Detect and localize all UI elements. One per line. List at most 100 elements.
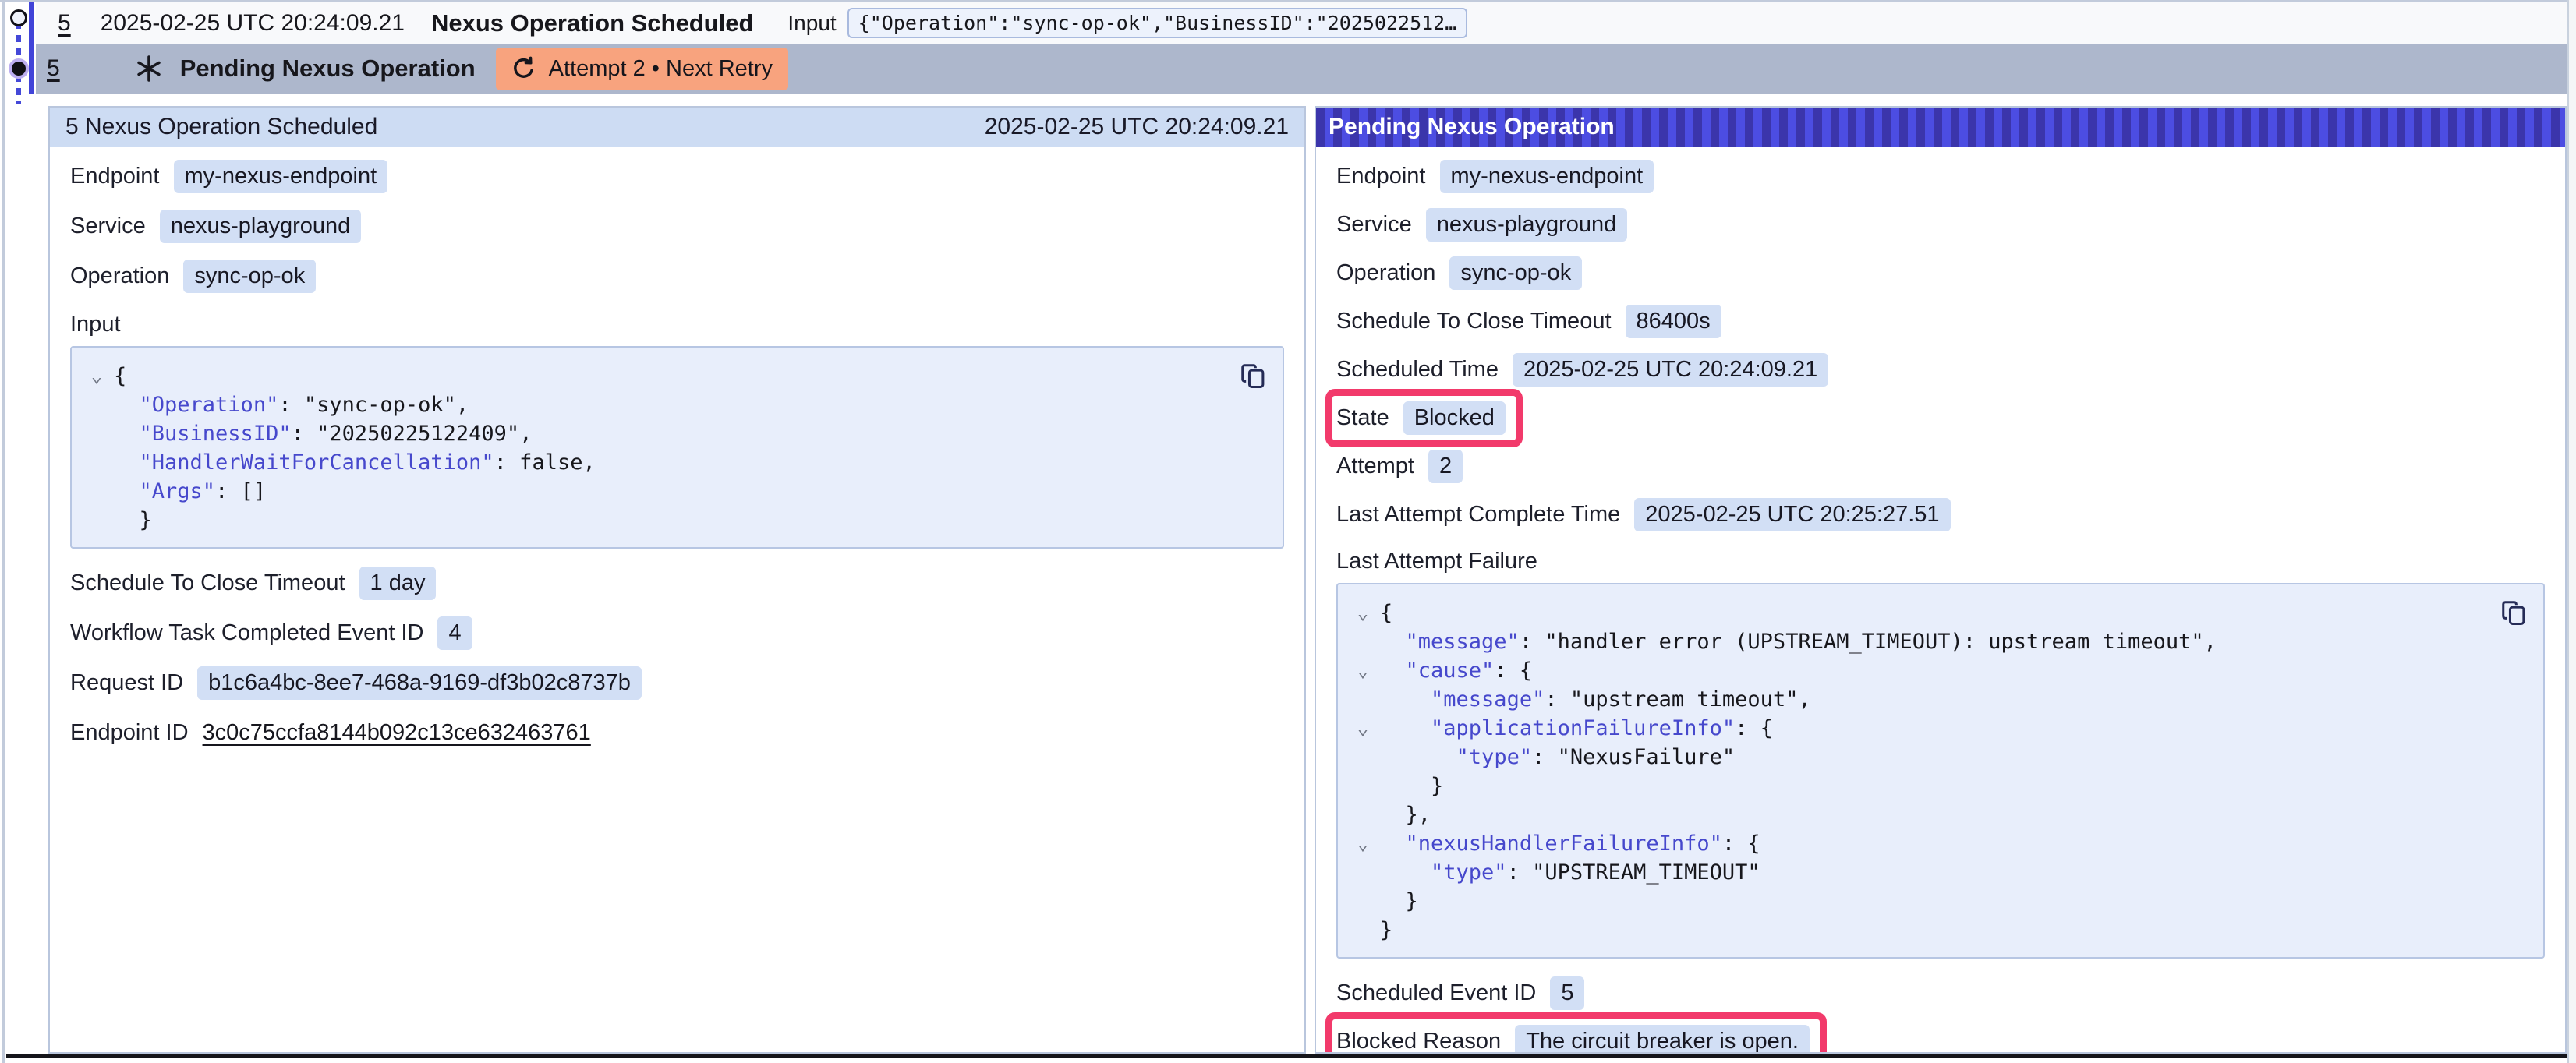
code-text: "BusinessID": "20250225122409", bbox=[114, 419, 532, 448]
code-gutter bbox=[1346, 627, 1380, 656]
pending-title: Pending Nexus Operation bbox=[180, 55, 476, 83]
failure-json-viewer: ⌄{ "message": "handler error (UPSTREAM_T… bbox=[1336, 583, 2545, 959]
row-label: State bbox=[1336, 405, 1389, 431]
code-text: }, bbox=[1380, 800, 1431, 829]
endpoint-id-link[interactable]: 3c0c75ccfa8144b092c13ce632463761 bbox=[203, 720, 591, 746]
detail-row-endpoint: Endpoint my-nexus-endpoint bbox=[70, 159, 1284, 193]
code-gutter bbox=[80, 477, 114, 506]
pending-card-header: Pending Nexus Operation bbox=[1316, 108, 2565, 147]
collapse-caret-icon[interactable]: ⌄ bbox=[1346, 714, 1380, 743]
row-label: Operation bbox=[70, 263, 169, 289]
row-label: Workflow Task Completed Event ID bbox=[70, 620, 423, 646]
code-line: ⌄{ bbox=[80, 362, 1262, 390]
detail-row-request-id: Request ID b1c6a4bc-8ee7-468a-9169-df3b0… bbox=[70, 666, 1284, 700]
timeline-open-circle-icon bbox=[10, 9, 27, 26]
row-value-badge: 4 bbox=[437, 616, 472, 650]
code-text: } bbox=[1380, 887, 1418, 916]
detail-row-operation: Operation sync-op-ok bbox=[1336, 256, 2545, 290]
detail-row-scheduled-time: Scheduled Time 2025-02-25 UTC 20:24:09.2… bbox=[1336, 352, 2545, 387]
code-text: "HandlerWaitForCancellation": false, bbox=[114, 448, 596, 477]
row-value-badge: 2 bbox=[1428, 450, 1463, 483]
code-line: } bbox=[1346, 916, 2523, 945]
code-line: "type": "UPSTREAM_TIMEOUT" bbox=[1346, 858, 2523, 887]
row-label: Endpoint bbox=[1336, 164, 1426, 189]
code-text: { bbox=[114, 362, 126, 390]
row-label: Endpoint bbox=[70, 164, 160, 189]
detail-row-last-attempt-complete: Last Attempt Complete Time 2025-02-25 UT… bbox=[1336, 497, 2545, 532]
row-label: Endpoint ID bbox=[70, 720, 189, 746]
code-line: ⌄ "applicationFailureInfo": { bbox=[1346, 714, 2523, 743]
collapse-caret-icon[interactable]: ⌄ bbox=[80, 362, 114, 390]
event-input-preview[interactable]: {"Operation":"sync-op-ok","BusinessID":"… bbox=[847, 8, 1468, 38]
code-line: ⌄ "nexusHandlerFailureInfo": { bbox=[1346, 829, 2523, 858]
detail-row-endpoint: Endpoint my-nexus-endpoint bbox=[1336, 159, 2545, 193]
detail-row-wft-completed-id: Workflow Task Completed Event ID 4 bbox=[70, 616, 1284, 650]
scrollbar-track[interactable] bbox=[2567, 0, 2576, 1063]
code-gutter bbox=[80, 419, 114, 448]
code-text: } bbox=[1380, 916, 1392, 945]
code-gutter bbox=[1346, 800, 1380, 829]
collapse-caret-icon[interactable]: ⌄ bbox=[1346, 599, 1380, 627]
detail-row-schedule-to-close: Schedule To Close Timeout 1 day bbox=[70, 566, 1284, 600]
retry-icon bbox=[511, 56, 536, 81]
copy-icon[interactable] bbox=[2500, 597, 2529, 630]
row-label: Operation bbox=[1336, 260, 1435, 286]
row-value-badge: my-nexus-endpoint bbox=[1440, 160, 1654, 193]
event-input-label: Input bbox=[787, 11, 836, 36]
code-text: "applicationFailureInfo": { bbox=[1380, 714, 1773, 743]
code-text: } bbox=[114, 506, 152, 535]
detail-row-state: State Blocked bbox=[1336, 401, 2545, 435]
blocked-reason-badge: The circuit breaker is open. bbox=[1515, 1025, 1810, 1054]
row-label: Request ID bbox=[70, 670, 183, 696]
row-label: Attempt bbox=[1336, 454, 1414, 479]
detail-row-blocked-reason: Blocked Reason The circuit breaker is op… bbox=[1336, 1024, 2545, 1054]
detail-row-service: Service nexus-playground bbox=[70, 209, 1284, 243]
scheduled-card-timestamp: 2025-02-25 UTC 20:24:09.21 bbox=[985, 114, 1289, 140]
pending-card-title: Pending Nexus Operation bbox=[1329, 114, 1615, 140]
failure-section-label: Last Attempt Failure bbox=[1336, 546, 2545, 577]
code-line: "Operation": "sync-op-ok", bbox=[80, 390, 1262, 419]
row-value-badge: sync-op-ok bbox=[183, 260, 316, 293]
code-text: "type": "UPSTREAM_TIMEOUT" bbox=[1380, 858, 1760, 887]
row-label: Scheduled Event ID bbox=[1336, 980, 1536, 1006]
row-label: Service bbox=[70, 214, 146, 239]
row-value-badge: 5 bbox=[1550, 976, 1584, 1010]
code-gutter bbox=[80, 390, 114, 419]
row-value-badge: 86400s bbox=[1626, 305, 1721, 338]
pending-operation-card: Pending Nexus Operation Endpoint my-nexu… bbox=[1315, 106, 2567, 1054]
timeline-active-bar bbox=[29, 2, 34, 94]
collapse-caret-icon[interactable]: ⌄ bbox=[1346, 656, 1380, 685]
code-gutter bbox=[1346, 887, 1380, 916]
code-line: "type": "NexusFailure" bbox=[1346, 743, 2523, 772]
input-json-viewer: ⌄{ "Operation": "sync-op-ok", "BusinessI… bbox=[70, 346, 1284, 549]
event-row-scheduled[interactable]: 5 2025-02-25 UTC 20:24:09.21 Nexus Opera… bbox=[36, 2, 2567, 44]
copy-icon[interactable] bbox=[1239, 360, 1269, 393]
row-label: Service bbox=[1336, 212, 1412, 238]
scheduled-card-title: 5 Nexus Operation Scheduled bbox=[65, 114, 377, 140]
row-value-badge: sync-op-ok bbox=[1449, 256, 1582, 290]
detail-row-operation: Operation sync-op-ok bbox=[70, 259, 1284, 293]
row-value-badge: 2025-02-25 UTC 20:25:27.51 bbox=[1634, 498, 1950, 532]
code-line: "Args": [] bbox=[80, 477, 1262, 506]
code-text: { bbox=[1380, 599, 1392, 627]
retry-badge-label: Attempt 2 • Next Retry bbox=[549, 56, 773, 82]
row-value-badge: my-nexus-endpoint bbox=[174, 160, 388, 193]
event-id-link[interactable]: 5 bbox=[58, 10, 71, 37]
detail-row-attempt: Attempt 2 bbox=[1336, 449, 2545, 483]
code-gutter bbox=[1346, 743, 1380, 772]
code-text: } bbox=[1380, 772, 1443, 800]
code-text: "message": "upstream timeout", bbox=[1380, 685, 1811, 714]
row-value-badge: nexus-playground bbox=[1426, 208, 1628, 242]
detail-row-schedule-to-close: Schedule To Close Timeout 86400s bbox=[1336, 304, 2545, 338]
row-label: Schedule To Close Timeout bbox=[70, 570, 345, 596]
code-text: "cause": { bbox=[1380, 656, 1532, 685]
collapse-caret-icon[interactable]: ⌄ bbox=[1346, 829, 1380, 858]
input-section-label: Input bbox=[70, 309, 1284, 340]
code-line: "BusinessID": "20250225122409", bbox=[80, 419, 1262, 448]
code-line: ⌄ "cause": { bbox=[1346, 656, 2523, 685]
row-label: Scheduled Time bbox=[1336, 357, 1499, 383]
event-row-pending[interactable]: 5 Pending Nexus Operation Attempt 2 • Ne… bbox=[36, 44, 2567, 94]
code-line: }, bbox=[1346, 800, 2523, 829]
pending-id-link[interactable]: 5 bbox=[47, 55, 60, 82]
row-value-badge: b1c6a4bc-8ee7-468a-9169-df3b02c8737b bbox=[197, 666, 642, 700]
